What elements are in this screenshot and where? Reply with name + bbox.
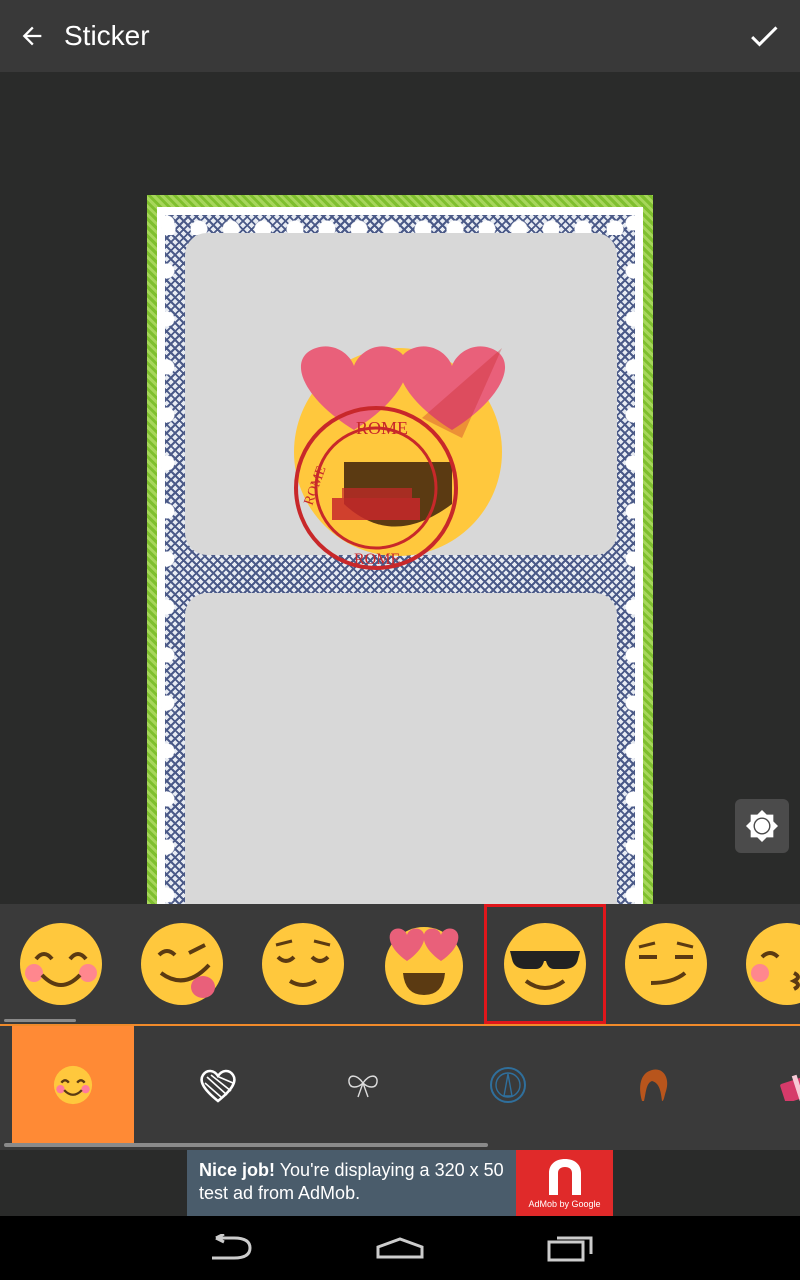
picket-fence-left	[157, 207, 179, 925]
bow-category[interactable]	[302, 1026, 424, 1143]
relieved-emoji[interactable]	[242, 904, 364, 1024]
system-nav-bar	[0, 1216, 800, 1280]
nav-recents-icon	[547, 1236, 593, 1262]
hair-category[interactable]	[592, 1026, 714, 1143]
scribble-heart-icon	[200, 1069, 236, 1103]
ad-text: Nice job! You're displaying a 320 x 50 t…	[199, 1159, 509, 1205]
confirm-button[interactable]	[740, 12, 788, 60]
placed-sticker-group[interactable]: ROME ROME ROME	[292, 338, 508, 578]
nav-back-icon	[212, 1234, 252, 1260]
check-icon	[751, 26, 778, 47]
nav-home-icon	[376, 1237, 424, 1259]
gift-icon	[780, 1074, 800, 1101]
sticker-screen: Sticker ROME ROME ROME Nice job! You're …	[0, 0, 800, 1280]
placed-stickers: ROME ROME ROME	[294, 346, 506, 570]
picket-fence-right	[621, 207, 643, 925]
ad-area: Nice job! You're displaying a 320 x 50 t…	[0, 1150, 800, 1216]
paris-stamp-icon	[490, 1066, 526, 1103]
category-scrollbar[interactable]	[4, 1143, 488, 1147]
heart-category[interactable]	[157, 1026, 279, 1143]
admob-caption: AdMob by Google	[528, 1199, 601, 1209]
brightness-icon	[745, 809, 779, 843]
sunglasses-emoji[interactable]	[484, 904, 606, 1024]
sticker-category-strip[interactable]	[0, 1026, 800, 1150]
admob-logo: AdMob by Google	[516, 1150, 613, 1216]
photo-slot-2[interactable]	[185, 593, 617, 925]
emoji-sticker-strip[interactable]	[0, 904, 800, 1024]
toolbar: Sticker	[0, 0, 800, 72]
stamp-text-bottom: ROME	[354, 551, 400, 568]
heart-eyes-emoji[interactable]	[363, 904, 485, 1024]
picket-fence-top	[157, 207, 643, 235]
smiling-blush-emoji[interactable]	[0, 904, 122, 1024]
stamp-category[interactable]	[447, 1026, 569, 1143]
smirk-emoji[interactable]	[605, 904, 727, 1024]
bow-icon	[348, 1074, 378, 1097]
back-button[interactable]	[0, 0, 64, 72]
page-title: Sticker	[64, 20, 150, 51]
stamp-text-top: ROME	[356, 418, 408, 438]
nav-home-button[interactable]	[360, 1224, 440, 1272]
gift-category[interactable]	[737, 1026, 800, 1143]
nav-recents-button[interactable]	[530, 1224, 610, 1272]
brightness-button[interactable]	[735, 799, 789, 853]
kissing-emoji[interactable]	[726, 904, 800, 1024]
tongue-wink-emoji[interactable]	[121, 904, 243, 1024]
arrow-back-icon	[22, 26, 42, 46]
admob-icon	[548, 1159, 581, 1195]
ad-banner[interactable]: Nice job! You're displaying a 320 x 50 t…	[187, 1150, 613, 1216]
emoji-category[interactable]	[12, 1026, 134, 1143]
emoji-scrollbar[interactable]	[4, 1019, 76, 1022]
ad-headline: Nice job!	[199, 1160, 276, 1180]
emoji-category-icon	[53, 1065, 93, 1104]
hair-icon	[640, 1069, 668, 1101]
nav-back-button[interactable]	[190, 1224, 270, 1272]
